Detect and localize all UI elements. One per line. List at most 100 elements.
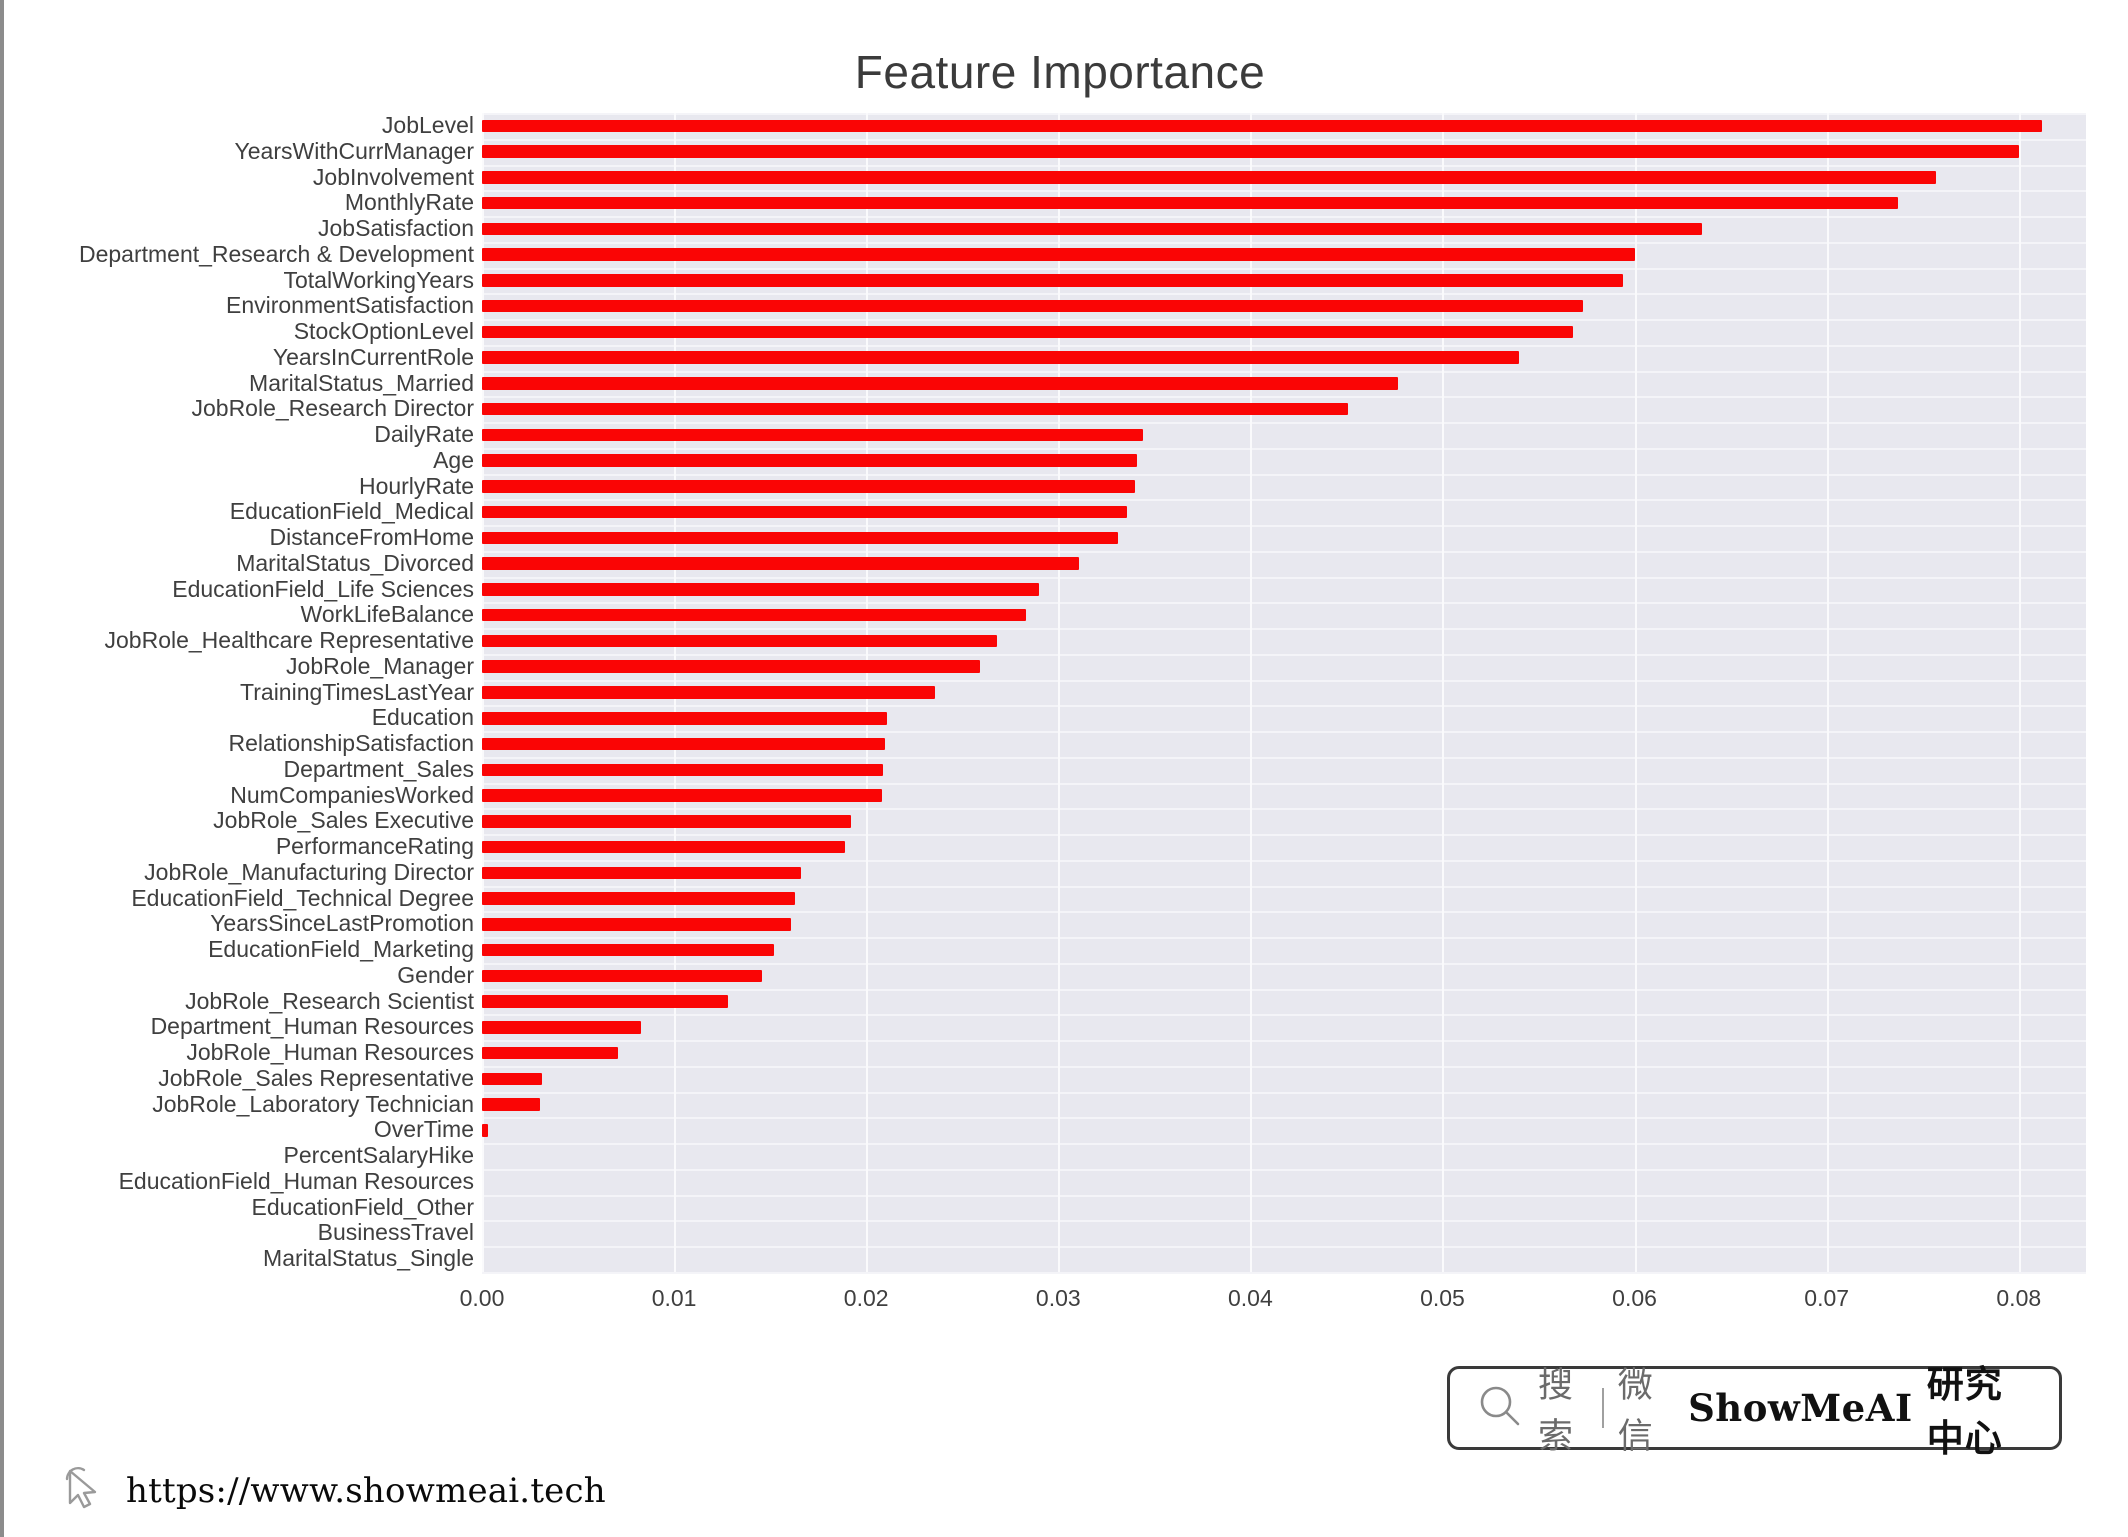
bar-category-label: DistanceFromHome: [269, 524, 475, 551]
bar: [482, 840, 846, 854]
bar-category-label: EducationField_Life Sciences: [172, 575, 474, 602]
bar: [482, 1046, 619, 1060]
x-tick-label: 0.01: [651, 1285, 697, 1311]
bar: [482, 686, 936, 699]
bar-category-label: WorkLifeBalance: [300, 601, 474, 628]
bar: [482, 583, 1040, 596]
bar-category-label: OverTime: [373, 1116, 474, 1143]
bar-category-label: JobRole_Human Resources: [186, 1039, 474, 1066]
x-tick-label: 0.08: [1996, 1285, 2042, 1311]
watermark-badge: 搜索 微信 ShowMeAI 研究中心: [1447, 1363, 2062, 1460]
bar-row: Education: [4, 705, 2128, 731]
bar-category-label: EducationField_Other: [251, 1193, 474, 1220]
bar-category-label: BusinessTravel: [317, 1219, 474, 1246]
bar: [482, 866, 801, 880]
watermark-brand-cn: 研究中心: [1926, 1363, 2003, 1460]
site-url-text: https://www.showmeai.tech: [126, 1470, 606, 1511]
bar-category-label: Department_Research & Development: [78, 240, 474, 267]
bar: [482, 660, 980, 673]
bar-category-label: JobRole_Laboratory Technician: [152, 1090, 474, 1117]
bar-category-label: JobRole_Sales Executive: [213, 807, 474, 834]
bar-row: Department_Sales: [4, 755, 2128, 783]
bar-category-label: JobRole_Sales Representative: [158, 1064, 474, 1091]
bar: [482, 377, 1399, 390]
bar: [482, 119, 2042, 133]
bar-row: Department_Human Resources: [4, 1014, 2128, 1040]
bar: [482, 1098, 540, 1111]
bar-row: Age: [4, 447, 2128, 474]
bar-row: NumCompaniesWorked: [4, 781, 2128, 809]
bar-category-label: PerformanceRating: [275, 833, 474, 860]
bar-row: JobInvolvement: [4, 163, 2128, 191]
bar-category-label: TrainingTimesLastYear: [240, 678, 474, 705]
watermark-divider: [1602, 1388, 1604, 1428]
bar: [482, 222, 1702, 236]
bar-row: JobRole_Healthcare Representative: [4, 627, 2128, 654]
bar-category-label: YearsSinceLastPromotion: [210, 910, 474, 937]
watermark-search-label: 搜索: [1538, 1366, 1575, 1457]
bar-category-label: JobRole_Research Scientist: [185, 987, 474, 1014]
bar: [482, 1021, 642, 1034]
bar: [482, 505, 1128, 519]
bar: [482, 789, 882, 802]
bar-category-label: MaritalStatus_Divorced: [236, 549, 474, 576]
bar-row: StockOptionLevel: [4, 318, 2128, 345]
bar-row: OverTime: [4, 1117, 2128, 1143]
bar: [482, 531, 1118, 545]
bar-row: JobRole_Manufacturing Director: [4, 858, 2128, 886]
bar-category-label: JobInvolvement: [312, 163, 474, 190]
bar-row: EducationField_Technical Degree: [4, 884, 2128, 912]
x-tick-label: 0.04: [1227, 1285, 1273, 1311]
bar: [482, 995, 728, 1008]
bar-row: WorkLifeBalance: [4, 602, 2128, 628]
bar-row: YearsInCurrentRole: [4, 343, 2128, 371]
bar-rows: JobLevel YearsWithCurrManager JobInvolveme…: [4, 112, 2128, 1272]
bar-row: EducationField_Life Sciences: [4, 575, 2128, 603]
bar-category-label: MaritalStatus_Married: [249, 369, 474, 396]
bar-category-label: StockOptionLevel: [293, 318, 474, 345]
bar-row: HourlyRate: [4, 473, 2128, 500]
bar-row: EducationField_Marketing: [4, 936, 2128, 963]
bar: [482, 351, 1520, 364]
x-tick-label: 0.07: [1804, 1285, 1850, 1311]
bar-category-label: JobRole_Manufacturing Director: [144, 858, 474, 885]
bar-row: MaritalStatus_Divorced: [4, 549, 2128, 577]
bar-category-label: EducationField_Marketing: [208, 936, 474, 963]
bar-row: JobRole_Research Scientist: [4, 987, 2128, 1015]
bar-row: EducationField_Other: [4, 1193, 2128, 1221]
bar: [482, 428, 1143, 442]
bar-category-label: Education: [371, 704, 474, 731]
bar-category-label: MonthlyRate: [344, 189, 474, 216]
bar: [482, 325, 1574, 339]
bar-category-label: YearsWithCurrManager: [234, 137, 474, 164]
site-url-group: https://www.showmeai.tech: [60, 1465, 606, 1516]
x-tick-label: 0.05: [1420, 1285, 1465, 1311]
footer-bar: 搜索 微信 ShowMeAI 研究中心 https://www.showmeai…: [4, 1345, 2128, 1537]
bar-category-label: JobSatisfaction: [318, 215, 474, 242]
bar-category-label: EducationField_Medical: [229, 498, 474, 525]
bar: [482, 299, 1583, 313]
bar: [482, 274, 1624, 287]
bar: [482, 1124, 488, 1137]
bar-category-label: EducationField_Technical Degree: [131, 884, 474, 911]
bar: [482, 815, 851, 828]
bar-row: EnvironmentSatisfaction: [4, 293, 2128, 319]
bar: [482, 171, 1937, 184]
bar-row: BusinessTravel: [4, 1220, 2128, 1246]
bar-category-label: TotalWorkingYears: [283, 266, 475, 293]
watermark-wechat-label: 微信: [1617, 1366, 1654, 1457]
bar-row: JobRole_Research Director: [4, 396, 2128, 422]
bar-category-label: Department_Sales: [283, 755, 475, 782]
bar: [482, 557, 1080, 570]
bar-category-label: Department_Human Resources: [150, 1013, 474, 1040]
bar-category-label: NumCompaniesWorked: [230, 781, 474, 808]
bar-category-label: YearsInCurrentRole: [272, 343, 474, 370]
bar: [482, 737, 886, 751]
bar-category-label: JobLevel: [381, 112, 474, 138]
bar-category-label: Gender: [397, 961, 474, 988]
bar-category-label: EnvironmentSatisfaction: [225, 292, 474, 319]
bar-row: EducationField_Medical: [4, 499, 2128, 525]
bar-row: TrainingTimesLastYear: [4, 678, 2128, 706]
bar-row: YearsSinceLastPromotion: [4, 911, 2128, 937]
bar-category-label: JobRole_Healthcare Representative: [104, 627, 475, 654]
